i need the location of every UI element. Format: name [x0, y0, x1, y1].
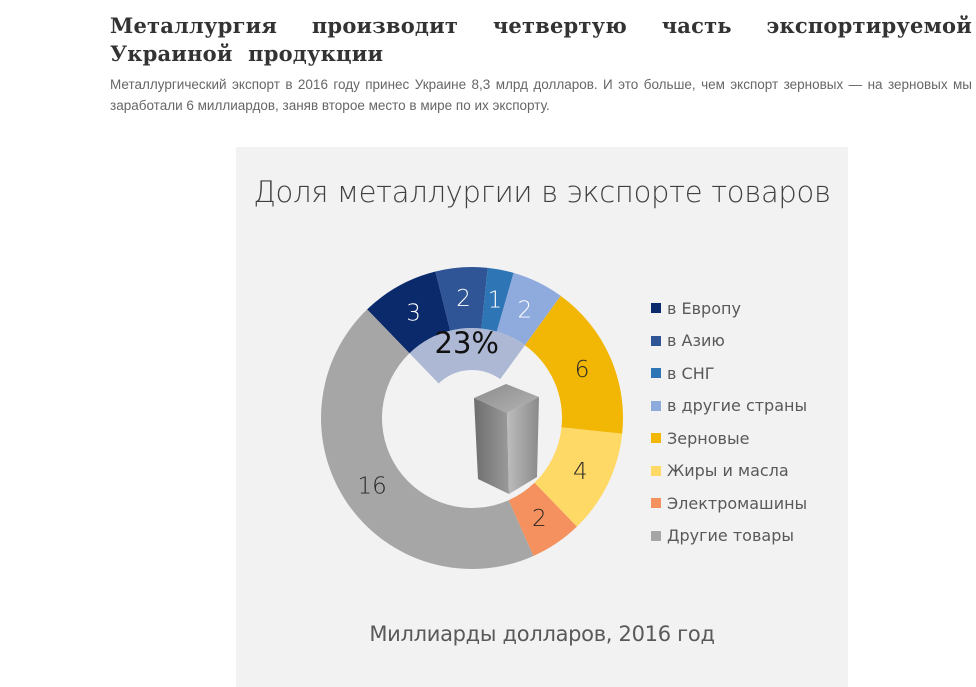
legend-swatch — [651, 465, 661, 476]
legend-swatch — [651, 303, 661, 314]
legend-label: в СНГ — [667, 363, 715, 383]
legend-item: в СНГ — [651, 357, 807, 390]
highlight-percent-label: 23% — [435, 326, 499, 360]
article-title: Металлургия производит четвертую часть э… — [110, 13, 972, 66]
legend-item: Электромашины — [651, 487, 807, 520]
chart-panel: Доля металлургии в экспорте товаров 3212… — [236, 147, 848, 687]
legend-item: Жиры и масла — [651, 455, 807, 488]
article-lead: Металлургический экспорт в 2016 году при… — [110, 77, 972, 113]
slice-data-label: 16 — [357, 473, 386, 499]
legend-label: Электромашины — [667, 493, 808, 513]
legend-item: в другие страны — [651, 390, 807, 423]
legend-item: в Азию — [651, 325, 807, 358]
legend-swatch — [651, 498, 661, 509]
legend-label: в Европу — [667, 298, 741, 318]
slice-data-label: 2 — [518, 298, 533, 324]
legend-item: Зерновые — [651, 422, 807, 455]
legend-label: Жиры и масла — [667, 461, 789, 481]
metal-cube-icon — [474, 384, 539, 494]
slice-data-label: 1 — [488, 288, 503, 314]
slice-data-label: 2 — [456, 286, 471, 312]
cube-right-face — [507, 397, 539, 494]
legend-label: в Азию — [667, 331, 725, 351]
slice-data-label: 6 — [575, 357, 590, 383]
legend-swatch — [651, 335, 661, 346]
legend-swatch — [651, 400, 661, 411]
legend-label: Зерновые — [667, 428, 750, 448]
legend-label: Другие товары — [667, 526, 794, 546]
slice-data-label: 4 — [573, 459, 588, 485]
chart-subtitle: Миллиарды долларов, 2016 год — [369, 622, 715, 646]
slice-data-label: 3 — [406, 301, 421, 327]
legend-item: Другие товары — [651, 520, 807, 553]
legend-label: в другие страны — [667, 396, 808, 416]
cube-left-face — [474, 398, 509, 494]
legend-item: в Европу — [651, 292, 807, 325]
legend-swatch — [651, 530, 661, 541]
legend-swatch — [651, 433, 661, 444]
chart-legend: в Европу в Азию в СНГ в другие страны Зернов… — [651, 292, 807, 552]
slice-data-label: 2 — [532, 506, 547, 532]
legend-swatch — [651, 368, 661, 379]
